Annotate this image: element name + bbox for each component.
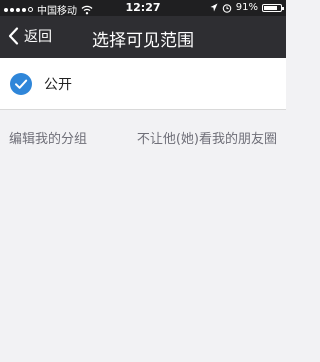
- page-title: 选择可见范围: [92, 31, 194, 51]
- battery-percent: 91%: [235, 2, 258, 13]
- visibility-option-public[interactable]: 公开: [0, 58, 286, 110]
- battery-fill: [264, 5, 277, 10]
- location-icon: [210, 3, 218, 12]
- status-bar: 中国移动 12:27 91%: [0, 0, 286, 17]
- option-label: 公开: [44, 77, 72, 93]
- battery-icon: [262, 3, 284, 12]
- status-right: 91%: [210, 2, 284, 13]
- alarm-icon: [222, 3, 232, 13]
- hide-moments-link[interactable]: 不让他(她)看我的朋友圈: [137, 128, 277, 147]
- footer-links: 编辑我的分组 不让他(她)看我的朋友圈: [0, 126, 286, 150]
- edit-groups-link[interactable]: 编辑我的分组: [9, 128, 87, 147]
- checkmark-icon: [10, 73, 32, 95]
- nav-bar: 返回 选择可见范围: [0, 16, 286, 58]
